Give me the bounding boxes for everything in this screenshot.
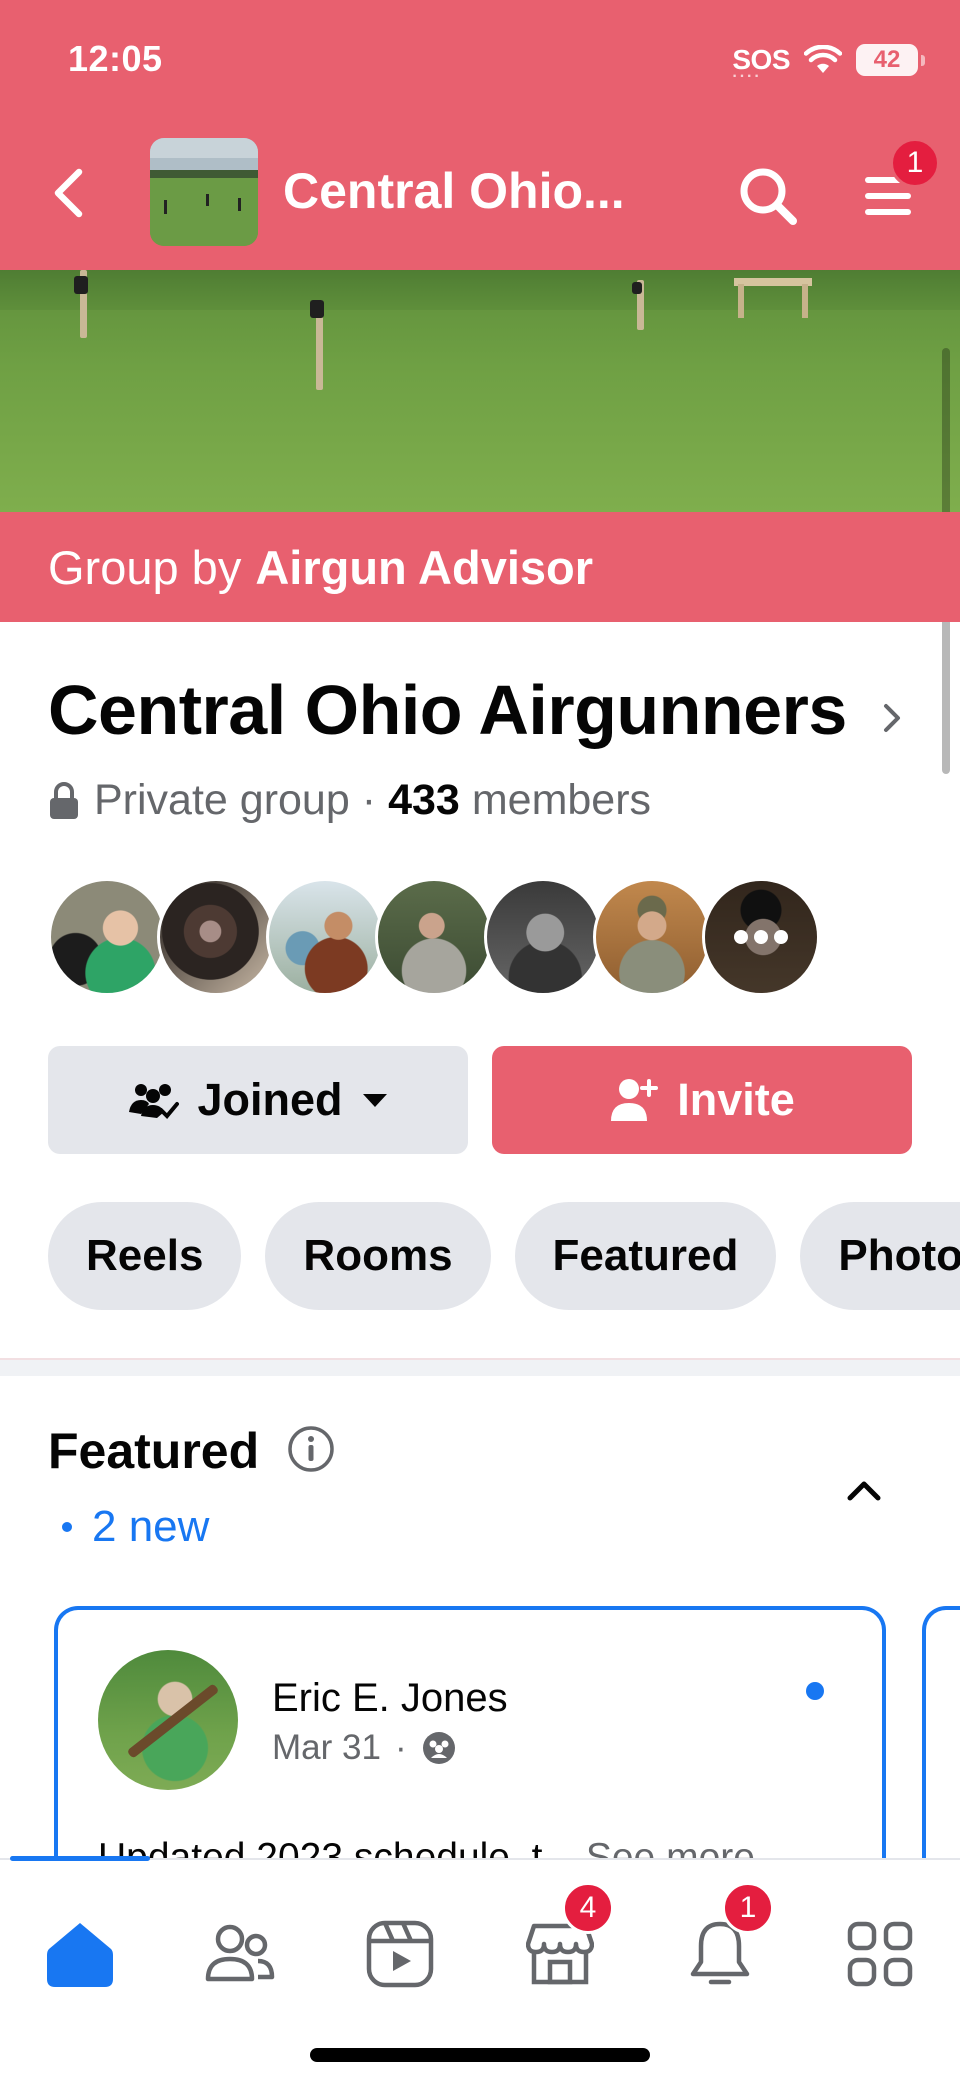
active-tab-indicator (10, 1856, 150, 1861)
joined-button[interactable]: Joined (48, 1046, 468, 1154)
home-indicator[interactable] (310, 2048, 650, 2062)
member-avatar[interactable] (266, 878, 384, 996)
group-tabs-chips: Reels Rooms Featured Photos (48, 1202, 960, 1312)
menu-notification-badge: 1 (890, 138, 940, 188)
group-meta: Private group · 433 members (48, 776, 651, 825)
post-meta-separator: · (394, 1728, 407, 1767)
sos-indicator: SOS (732, 44, 790, 86)
lock-icon (50, 781, 78, 819)
top-bar: 12:05 SOS 42 Central Ohio... (0, 0, 960, 270)
joined-label: Joined (197, 1074, 343, 1125)
chip-photos[interactable]: Photos (800, 1202, 960, 1310)
tab-home[interactable] (30, 1904, 130, 2004)
member-avatar[interactable] (375, 878, 493, 996)
status-indicators: SOS 42 (732, 40, 925, 86)
group-members-icon (422, 1732, 455, 1764)
more-members-icon (705, 881, 817, 993)
member-avatar-more[interactable] (702, 878, 820, 996)
group-by-banner: Group by Airgun Advisor (0, 512, 960, 622)
tab-friends[interactable] (190, 1904, 290, 2004)
group-by-prefix: Group by (48, 540, 242, 594)
invite-button[interactable]: Invite (492, 1046, 912, 1154)
featured-title: Featured (48, 1423, 260, 1479)
bottom-tab-bar: 4 1 (0, 1856, 960, 2079)
tab-menu[interactable] (830, 1904, 930, 2004)
cover-target (310, 300, 324, 318)
tab-notifications[interactable]: 1 (670, 1882, 774, 2004)
post-date[interactable]: Mar 31 (272, 1728, 381, 1768)
meta-separator: · (361, 776, 377, 824)
member-count[interactable]: 433 (388, 776, 460, 825)
unread-dot (806, 1682, 824, 1700)
home-icon (47, 1923, 113, 1987)
back-button[interactable] (44, 158, 92, 228)
nav-title[interactable]: Central Ohio... (283, 162, 643, 220)
member-avatars[interactable] (48, 878, 820, 996)
chevron-up-icon[interactable] (840, 1466, 888, 1514)
member-avatar[interactable] (593, 878, 711, 996)
featured-new-count: 2 new (62, 1502, 209, 1552)
add-person-icon (611, 1079, 659, 1121)
member-avatar[interactable] (157, 878, 275, 996)
battery-icon: 42 (856, 44, 925, 76)
video-icon (366, 1920, 434, 1988)
chip-rooms[interactable]: Rooms (265, 1202, 491, 1310)
notifications-badge: 1 (722, 1882, 774, 1934)
grid-menu-icon (847, 1921, 913, 1987)
group-name[interactable]: Central Ohio Airgunners (48, 670, 847, 750)
caret-down-icon (362, 1094, 387, 1107)
group-owner-link[interactable]: Airgun Advisor (255, 540, 593, 595)
members-label[interactable]: members (472, 776, 651, 825)
member-avatar[interactable] (48, 878, 166, 996)
status-time: 12:05 (68, 38, 163, 79)
marketplace-badge: 4 (562, 1882, 614, 1934)
chevron-right-icon[interactable] (874, 696, 910, 740)
friends-icon (205, 1924, 275, 1982)
group-thumbnail-image (150, 138, 258, 246)
info-icon[interactable] (286, 1424, 336, 1474)
chip-featured[interactable]: Featured (514, 1202, 777, 1310)
post-meta: Mar 31 · (272, 1728, 457, 1768)
group-cover-photo[interactable] (0, 270, 960, 512)
cover-target (74, 276, 88, 294)
post-author-avatar[interactable] (98, 1650, 238, 1790)
search-button[interactable] (732, 160, 804, 232)
group-thumbnail[interactable] (150, 138, 258, 246)
tab-video[interactable] (350, 1904, 450, 2004)
search-icon (740, 168, 797, 225)
cover-bench (734, 270, 812, 318)
back-arrow-icon (54, 168, 83, 218)
section-divider (0, 1358, 960, 1376)
invite-label: Invite (677, 1074, 795, 1125)
wifi-icon (804, 45, 842, 73)
cover-grass-band (0, 270, 960, 310)
group-privacy: Private group (94, 776, 350, 824)
cover-target (632, 282, 642, 294)
member-avatar[interactable] (484, 878, 602, 996)
tab-marketplace[interactable]: 4 (510, 1882, 614, 2004)
group-joined-icon (129, 1084, 180, 1119)
post-author-name[interactable]: Eric E. Jones (272, 1676, 508, 1721)
chip-reels[interactable]: Reels (48, 1202, 242, 1310)
